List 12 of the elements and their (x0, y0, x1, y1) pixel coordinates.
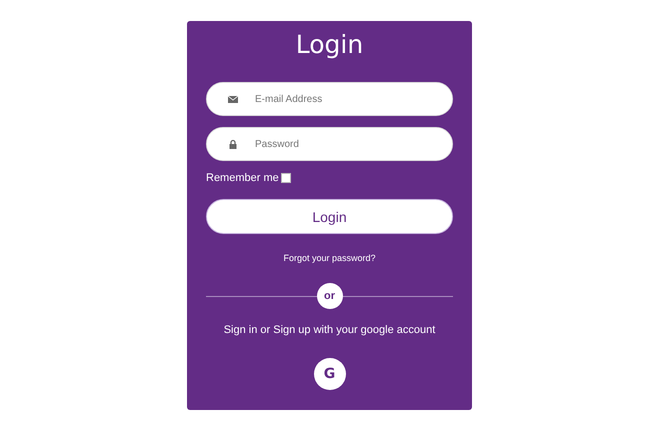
envelope-icon (228, 94, 238, 104)
or-divider-badge: or (316, 283, 342, 309)
remember-checkbox[interactable] (280, 173, 291, 183)
password-field[interactable]: Password (206, 127, 453, 161)
login-title: Login (294, 29, 364, 61)
lock-icon (228, 139, 238, 149)
social-signin-text: Sign in or Sign up with your google account (222, 324, 436, 336)
remember-label: Remember me (206, 172, 279, 184)
login-button[interactable]: Login (206, 199, 453, 234)
google-signin-button[interactable]: G (314, 358, 346, 390)
email-field[interactable]: E-mail Address (206, 82, 453, 116)
forgot-password-link[interactable]: Forgot your password? (283, 253, 376, 263)
